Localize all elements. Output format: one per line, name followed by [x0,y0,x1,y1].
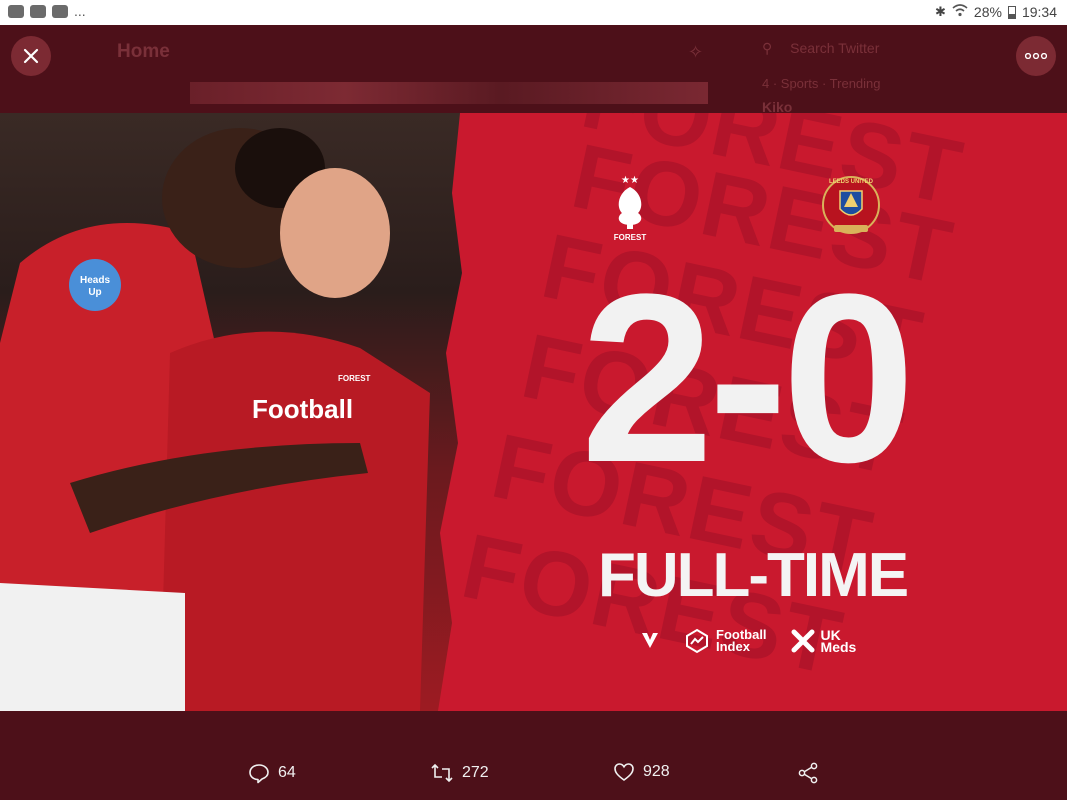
close-icon [23,48,39,64]
macron-logo-icon [640,630,660,653]
share-icon [798,762,818,784]
clock: 19:34 [1021,4,1057,20]
bluetooth-icon: ✱ [935,4,946,19]
retweet-icon [431,763,453,783]
retweet-button[interactable]: 272 [430,762,489,784]
retweet-count: 272 [462,764,489,781]
reply-button[interactable]: 64 [248,762,296,784]
leeds-crest: LEEDS UNITED [818,171,884,241]
youtube-icon [30,5,46,18]
football-index-logo-icon [686,628,708,654]
sleeve-badge-text: Heads [80,275,110,286]
status-bar: ... ✱ 28% 19:34 [0,0,1067,25]
forest-crest: ★★ FOREST [608,173,652,243]
more-icon [1025,53,1047,59]
notification-more: ... [74,3,86,19]
trend-line: 4 · Sports · Trending [762,76,881,91]
sponsor-row: Football Index UK Meds [640,628,856,654]
full-time-label: FULL-TIME [598,541,909,610]
youtube-icon [8,5,24,18]
search-icon: ⚲ [762,40,773,56]
sparkle-icon: ✧ [688,42,704,62]
battery-percent: 28% [973,4,1002,20]
svg-text:Up: Up [88,287,101,298]
players-photo: Heads Up Football FOREST [0,113,462,711]
background-image-strip [190,82,708,104]
shirt-sponsor-text: Football [252,394,353,424]
sponsor-name-line2: Index [716,639,750,654]
forest-crest-text: FOREST [614,233,647,242]
status-right: ✱ 28% 19:34 [935,4,1057,20]
search-placeholder: Search Twitter [790,40,880,56]
status-left: ... [8,3,86,19]
like-count: 928 [643,763,670,780]
svg-text:★★: ★★ [621,175,639,186]
reply-icon [249,764,269,784]
close-button[interactable] [11,36,51,76]
sponsor-football-index: Football Index [684,628,767,654]
tweet-action-bar: 64 272 928 [0,748,1067,800]
sponsor-name-line2: Meds [820,639,857,655]
search-field: ⚲ Search Twitter [762,40,1052,66]
more-options-button[interactable] [1016,36,1056,76]
uk-meds-logo-icon [791,629,815,653]
players-illustration: Heads Up Football FOREST [0,128,430,711]
leeds-crest-text: LEEDS UNITED [829,179,874,185]
wifi-icon [952,4,968,20]
final-score: 2-0 [580,244,916,512]
home-title: Home [117,41,170,62]
sponsor-uk-meds: UK Meds [791,628,857,655]
like-button[interactable]: 928 [613,762,670,782]
battery-icon [1007,5,1016,19]
image-icon [52,5,68,18]
reply-count: 64 [278,764,296,781]
share-button[interactable] [797,762,819,784]
tweet-media-image[interactable]: FOREST FOREST FOREST FOREST FOREST FORES… [0,113,1067,711]
svg-text:FOREST: FOREST [338,374,371,383]
heart-icon [614,763,634,781]
